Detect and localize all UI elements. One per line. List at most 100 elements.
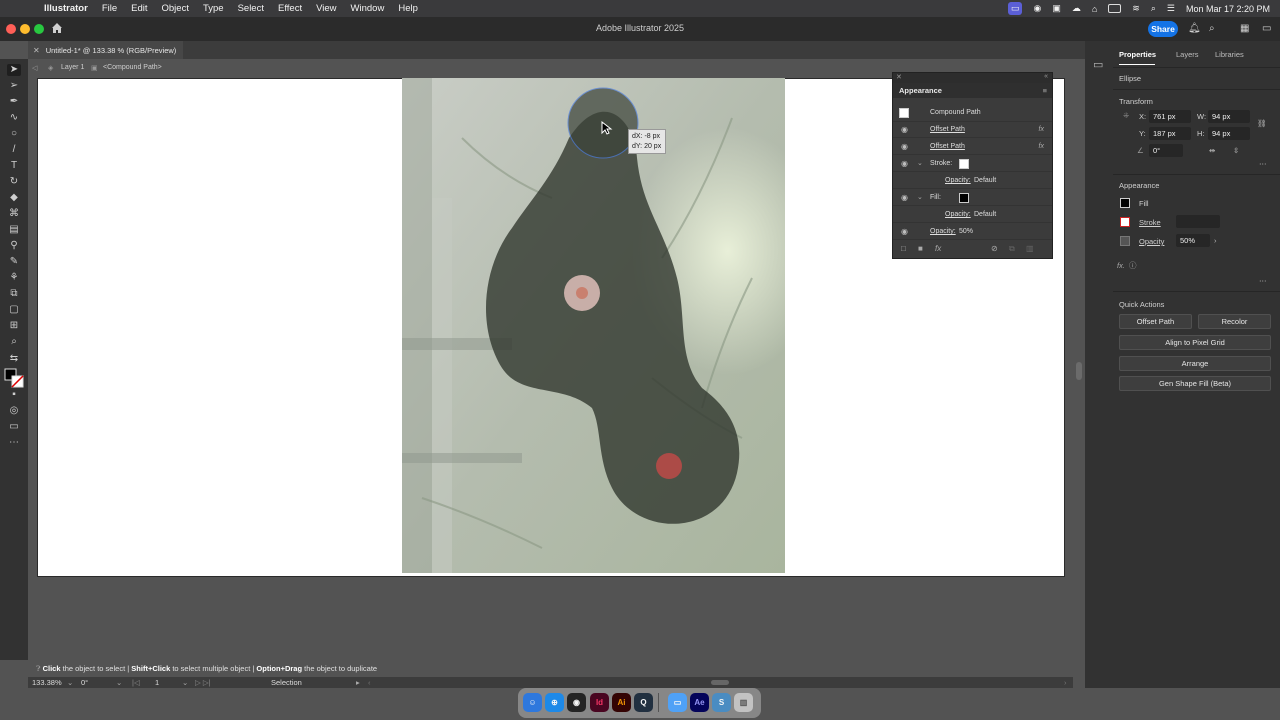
rotate-tool-icon[interactable]: ↻: [7, 176, 21, 188]
shape-builder-tool-icon[interactable]: ⧉: [7, 288, 21, 300]
add-stroke-icon[interactable]: □: [901, 244, 906, 253]
offset-path-link[interactable]: Offset Path: [930, 139, 965, 155]
hscroll-thumb[interactable]: [711, 680, 729, 685]
menu-view[interactable]: View: [309, 0, 343, 17]
info-icon[interactable]: ⓘ: [1129, 260, 1137, 271]
appearance-row-stroke-opacity[interactable]: Opacity: Default: [893, 173, 1052, 189]
trash-icon[interactable]: ▥: [734, 693, 753, 712]
indesign-icon[interactable]: Id: [590, 693, 609, 712]
spotlight-icon[interactable]: ⌕: [1151, 3, 1156, 14]
appearance-row-offset-path-1[interactable]: ◉ Offset Path fx: [893, 122, 1052, 138]
stroke-weight-field[interactable]: [1176, 215, 1220, 228]
recolor-button[interactable]: Recolor: [1198, 314, 1271, 329]
wifi-icon[interactable]: ≋: [1132, 3, 1140, 14]
offset-path-link[interactable]: Offset Path: [930, 122, 965, 138]
width-tool-icon[interactable]: ⌘: [7, 208, 21, 220]
menu-effect[interactable]: Effect: [271, 0, 309, 17]
direct-selection-tool-icon[interactable]: ➢: [7, 80, 21, 92]
artboard-dropdown-icon[interactable]: ⌄: [182, 677, 188, 688]
gen-shape-fill-button[interactable]: Gen Shape Fill (Beta): [1119, 376, 1271, 391]
appearance-row-offset-path-2[interactable]: ◉ Offset Path fx: [893, 139, 1052, 155]
share-button[interactable]: Share: [1148, 21, 1178, 37]
current-tool-label[interactable]: Selection: [271, 677, 302, 688]
control-center-icon[interactable]: ☰: [1167, 3, 1175, 14]
fx-icon[interactable]: fx: [1039, 122, 1044, 138]
pen-tool-icon[interactable]: ✒: [7, 96, 21, 108]
menu-select[interactable]: Select: [231, 0, 271, 17]
ellipse-tool-icon[interactable]: ○: [7, 128, 21, 140]
document-tab[interactable]: ✕ Untitled-1* @ 133.38 % (RGB/Preview): [28, 41, 183, 59]
fill-swatch[interactable]: [1120, 198, 1130, 208]
scrollbar-thumb[interactable]: [1076, 362, 1082, 380]
stroke-swatch[interactable]: [1120, 217, 1130, 227]
fill-label[interactable]: Fill: [1139, 199, 1149, 208]
more-tools-icon[interactable]: ⋯: [7, 437, 21, 449]
zoom-tool-icon[interactable]: ⌕: [7, 336, 21, 348]
panel-collapse-icon[interactable]: «: [1044, 73, 1048, 80]
back-arrow-icon[interactable]: ◁: [32, 64, 37, 72]
opacity-link[interactable]: Opacity:: [945, 173, 971, 189]
curvature-tool-icon[interactable]: ∿: [7, 112, 21, 124]
zoom-level-field[interactable]: 133.38%: [32, 677, 62, 688]
opacity-chevron-icon[interactable]: ›: [1214, 236, 1217, 245]
menu-help[interactable]: Help: [391, 0, 425, 17]
w-field[interactable]: 94 px: [1208, 110, 1250, 123]
blend-tool-icon[interactable]: ⚘: [7, 272, 21, 284]
breadcrumb-layer[interactable]: Layer 1: [61, 64, 84, 71]
eraser-tool-icon[interactable]: ◆: [7, 192, 21, 204]
hscroll-right-icon[interactable]: ›: [1064, 677, 1067, 688]
record-icon[interactable]: ◉: [1033, 3, 1041, 14]
flip-horizontal-icon[interactable]: ⇹: [1209, 146, 1215, 155]
opacity-link[interactable]: Opacity:: [930, 224, 956, 240]
davinci-icon[interactable]: ◉: [567, 693, 586, 712]
quicktime-icon[interactable]: Q: [634, 693, 653, 712]
folder-icon[interactable]: ▭: [668, 693, 687, 712]
clock[interactable]: Mon Mar 17 2:20 PM: [1186, 4, 1270, 14]
battery-icon[interactable]: [1108, 4, 1122, 13]
opacity-label[interactable]: Opacity: [1139, 237, 1164, 246]
paintbrush-tool-icon[interactable]: /: [7, 144, 21, 156]
display-icon[interactable]: ▣: [1052, 3, 1061, 14]
vertical-scrollbar[interactable]: [1073, 77, 1085, 660]
visibility-eye-icon[interactable]: ◉: [901, 190, 908, 206]
constrain-proportions-icon[interactable]: ⛓: [1257, 119, 1267, 128]
menu-window[interactable]: Window: [344, 0, 392, 17]
disclosure-chevron-icon[interactable]: ⌄: [917, 190, 923, 206]
appearance-header-row[interactable]: Compound Path: [893, 105, 1052, 122]
rotation-field[interactable]: 0°: [81, 677, 88, 688]
flip-vertical-icon[interactable]: ⇳: [1233, 146, 1239, 155]
creative-cloud-icon[interactable]: ☁: [1072, 3, 1081, 14]
pencil-tool-icon[interactable]: ✎: [7, 256, 21, 268]
offset-path-button[interactable]: Offset Path: [1119, 314, 1192, 329]
eyedropper-tool-icon[interactable]: ⚲: [7, 240, 21, 252]
search-icon[interactable]: ⌕: [1209, 23, 1215, 34]
screen-record-icon[interactable]: ▭: [1007, 2, 1023, 15]
type-tool-icon[interactable]: T: [7, 160, 21, 172]
screenshot-folder-icon[interactable]: S: [712, 693, 731, 712]
fx-icon[interactable]: fx: [1039, 139, 1044, 155]
x-field[interactable]: 761 px: [1149, 110, 1191, 123]
artboard-number-field[interactable]: 1: [155, 677, 159, 688]
visibility-eye-icon[interactable]: ◉: [901, 224, 908, 240]
home-kit-icon[interactable]: ⌂: [1092, 4, 1097, 14]
swap-fill-stroke-icon[interactable]: ⇆: [7, 353, 21, 365]
menu-object[interactable]: Object: [155, 0, 196, 17]
appearance-row-fill-opacity[interactable]: Opacity: Default: [893, 207, 1052, 223]
arrange-button[interactable]: Arrange: [1119, 356, 1271, 371]
rotate-angle-field[interactable]: 0°: [1149, 144, 1183, 157]
stroke-label[interactable]: Stroke: [1139, 218, 1161, 227]
menu-file[interactable]: File: [95, 0, 124, 17]
close-tab-icon[interactable]: ✕: [33, 46, 40, 55]
add-effect-icon[interactable]: fx: [935, 244, 941, 253]
next-artboard-icon[interactable]: ▷ ▷|: [195, 677, 211, 688]
draw-mode-icon[interactable]: ◎: [7, 405, 21, 417]
clear-appearance-icon[interactable]: ⊘: [991, 244, 998, 253]
comments-icon[interactable]: ▭: [1093, 58, 1103, 71]
workspace-switcher-icon[interactable]: ▦: [1240, 23, 1249, 34]
reference-point-icon[interactable]: ⁜: [1123, 111, 1129, 120]
disclosure-chevron-icon[interactable]: ⌄: [917, 156, 923, 172]
menu-edit[interactable]: Edit: [124, 0, 154, 17]
finder-icon[interactable]: ☺: [523, 693, 542, 712]
panel-close-icon[interactable]: ✕: [896, 73, 902, 81]
rotation-dropdown-icon[interactable]: ⌄: [116, 677, 122, 688]
